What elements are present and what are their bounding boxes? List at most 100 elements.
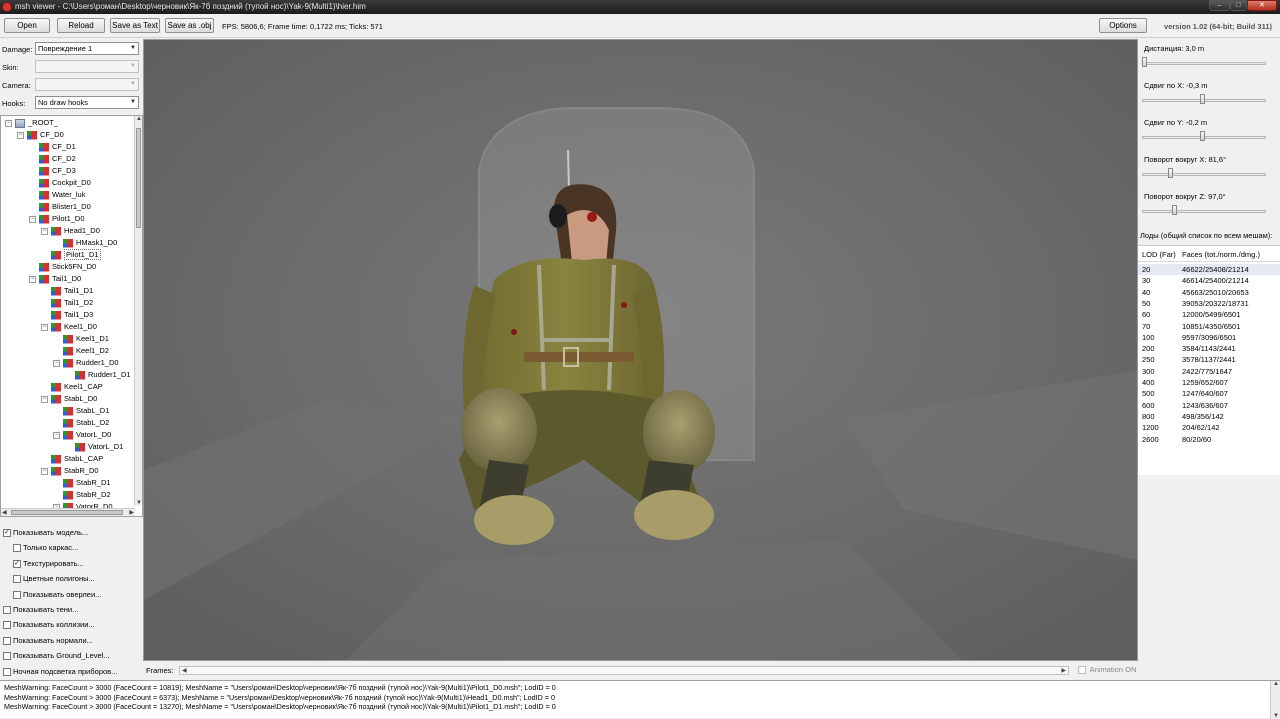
tree-node[interactable]: Tail1_D3 [41, 309, 93, 321]
tree-node[interactable]: Cockpit_D0 [29, 177, 91, 189]
tree-node[interactable]: − Head1_D0 [41, 225, 100, 237]
minimize-button[interactable]: – [1209, 0, 1230, 11]
tree-node[interactable]: − Rudder1_D0 [53, 357, 119, 369]
view-option[interactable]: ✓ Показывать модель... [3, 527, 88, 541]
tree-node[interactable]: Blister1_D0 [29, 201, 91, 213]
lod-row[interactable]: 30 46614/25400/21214 [1138, 275, 1280, 286]
view-option[interactable]: Показывать коллизии... [3, 619, 95, 633]
lod-row[interactable]: 400 1259/652/607 [1138, 377, 1280, 388]
checkbox[interactable] [3, 636, 11, 645]
frames-slider[interactable]: ◀ ▶ [179, 666, 1069, 675]
tree-node[interactable]: − _ROOT_ [5, 117, 58, 129]
checkbox[interactable] [13, 590, 21, 599]
hooks-select[interactable]: No draw hooks ▼ [35, 96, 139, 109]
collapse-icon[interactable]: − [41, 395, 48, 403]
lod-row[interactable]: 70 10851/4350/6501 [1138, 321, 1280, 332]
tree-node[interactable]: CF_D1 [29, 141, 76, 153]
tree-node[interactable]: StabR_D2 [53, 489, 111, 501]
checkbox[interactable] [3, 652, 11, 661]
tree-node[interactable]: − StabL_D0 [41, 393, 97, 405]
lod-row[interactable]: 20 46622/25408/21214 [1138, 264, 1280, 275]
tree-node[interactable]: StabR_D1 [53, 477, 111, 489]
view-option[interactable]: Цветные полигоны... [13, 573, 95, 587]
tree-node[interactable]: VatorL_D1 [65, 441, 123, 453]
tree-vscroll-thumb[interactable] [136, 128, 141, 228]
chevron-left-icon[interactable]: ◀ [182, 667, 187, 674]
lod-row[interactable]: 60 12000/5499/6501 [1138, 309, 1280, 320]
tree-node[interactable]: Tail1_D2 [41, 297, 93, 309]
checkbox[interactable] [13, 575, 21, 584]
lod-row[interactable]: 50 39053/20322/18731 [1138, 298, 1280, 309]
view-option[interactable]: Только каркас... [13, 542, 78, 556]
view-option[interactable]: Показывать оверлеи... [13, 589, 101, 603]
tree-node[interactable]: Water_luk [29, 189, 85, 201]
open-button[interactable]: Open [4, 18, 50, 33]
view-option[interactable]: Показывать Ground_Level... [3, 650, 110, 664]
param-slider-handle[interactable] [1200, 94, 1206, 104]
damage-select[interactable]: Повреждение 1 ▼ [35, 42, 139, 55]
tree-node[interactable]: Keel1_D1 [53, 333, 109, 345]
tree-node[interactable]: − Keel1_D0 [41, 321, 97, 333]
tree-node[interactable]: CF_D3 [29, 165, 76, 177]
faces-col-header[interactable]: Faces (tot./norm./dmg.) [1182, 250, 1260, 259]
collapse-icon[interactable]: − [5, 119, 12, 127]
tree-hscroll-thumb[interactable] [11, 510, 123, 515]
tree-node[interactable]: − CF_D0 [17, 129, 64, 141]
reload-button[interactable]: Reload [57, 18, 105, 33]
tree-horizontal-scrollbar[interactable]: ◀ ▶ [1, 508, 135, 516]
lod-row[interactable]: 1200 204/62/142 [1138, 422, 1280, 433]
scroll-down-icon[interactable]: ▼ [136, 500, 142, 506]
lod-col-header[interactable]: LOD (Far) [1142, 250, 1176, 259]
param-slider-handle[interactable] [1200, 131, 1206, 141]
view-option[interactable]: ✓ Текстурировать... [13, 558, 84, 572]
tree-node[interactable]: Rudder1_D1 [65, 369, 131, 381]
save-as-obj-button[interactable]: Save as .obj [165, 18, 214, 33]
checkbox[interactable] [13, 544, 21, 553]
collapse-icon[interactable]: − [41, 467, 48, 475]
camera-select[interactable]: ▼ [35, 78, 139, 91]
param-slider-handle[interactable] [1168, 168, 1174, 178]
animation-checkbox[interactable] [1078, 666, 1086, 675]
checkbox[interactable] [3, 606, 11, 615]
3d-viewport[interactable] [143, 39, 1138, 661]
tree-node[interactable]: − Pilot1_D0 [29, 213, 85, 225]
param-slider-handle[interactable] [1171, 205, 1177, 215]
lod-row[interactable]: 300 2422/775/1647 [1138, 366, 1280, 377]
lod-row[interactable]: 600 1243/636/607 [1138, 400, 1280, 411]
collapse-icon[interactable]: − [41, 227, 48, 235]
param-slider-track[interactable] [1142, 173, 1266, 176]
collapse-icon[interactable]: − [53, 431, 60, 439]
animation-toggle[interactable]: Animation ON [1078, 665, 1136, 675]
tree-node[interactable]: StabL_CAP [41, 453, 103, 465]
tree-node[interactable]: − StabR_D0 [41, 465, 99, 477]
collapse-icon[interactable]: − [17, 131, 24, 139]
collapse-icon[interactable]: − [29, 275, 36, 283]
tree-node[interactable]: − VatorL_D0 [53, 429, 111, 441]
param-slider-track[interactable] [1142, 210, 1266, 213]
save-as-text-button[interactable]: Save as Text [110, 18, 160, 33]
skin-select[interactable]: ▼ [35, 60, 139, 73]
hierarchy-tree[interactable]: − VatorR_D0 StabR_D2 StabR_D1− StabR_D0 StabL… [0, 115, 143, 517]
param-slider-handle[interactable] [1142, 57, 1147, 67]
tree-node[interactable]: Keel1_D2 [53, 345, 109, 357]
lod-row[interactable]: 100 9597/3096/6501 [1138, 332, 1280, 343]
tree-node[interactable]: StabL_D1 [53, 405, 109, 417]
view-option[interactable]: Ночная подсветка приборов... [3, 666, 117, 680]
tree-node[interactable]: − Tail1_D0 [29, 273, 81, 285]
lod-table[interactable]: LOD (Far) Faces (tot./norm./dmg.) 20 4662… [1138, 245, 1280, 475]
param-slider-track[interactable] [1142, 62, 1266, 65]
scroll-up-icon[interactable]: ▲ [136, 116, 142, 122]
scroll-down-icon[interactable]: ▼ [1273, 713, 1279, 719]
tree-node[interactable]: Tail1_D1 [41, 285, 93, 297]
tree-node[interactable]: Pilot1_D1 [41, 249, 101, 261]
collapse-icon[interactable]: − [53, 359, 60, 367]
tree-node[interactable]: Stick5FN_D0 [29, 261, 96, 273]
tree-node[interactable]: CF_D2 [29, 153, 76, 165]
lod-row[interactable]: 500 1247/640/607 [1138, 388, 1280, 399]
lod-row[interactable]: 800 498/356/142 [1138, 411, 1280, 422]
maximize-button[interactable]: □ [1230, 0, 1247, 11]
lod-row[interactable]: 250 3578/1137/2441 [1138, 354, 1280, 365]
tree-node[interactable]: StabL_D2 [53, 417, 109, 429]
lod-row[interactable]: 2600 80/20/60 [1138, 434, 1280, 445]
scroll-left-icon[interactable]: ◀ [2, 509, 7, 516]
